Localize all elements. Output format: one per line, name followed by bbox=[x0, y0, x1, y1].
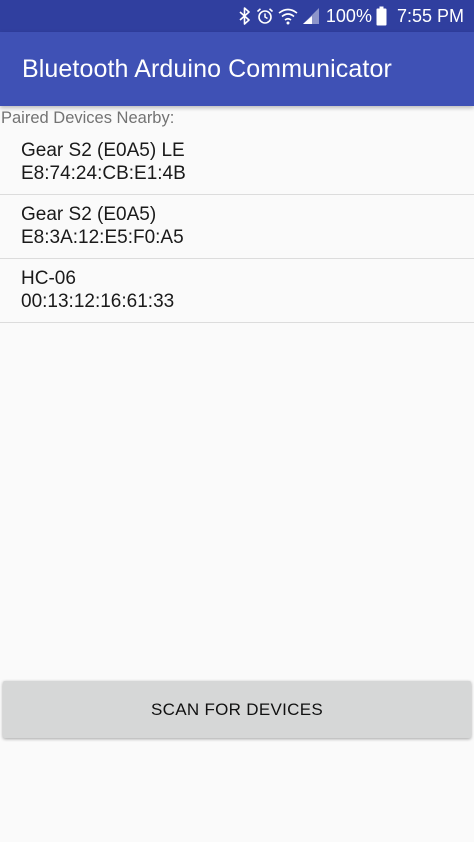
alarm-icon bbox=[256, 6, 274, 26]
device-name: Gear S2 (E0A5) LE bbox=[21, 140, 185, 161]
wifi-icon bbox=[278, 6, 298, 26]
device-address: 00:13:12:16:61:33 bbox=[21, 291, 175, 312]
app-bar: Bluetooth Arduino Communicator bbox=[0, 32, 474, 106]
device-name: HC-06 bbox=[21, 268, 76, 289]
device-address: E8:3A:12:E5:F0:A5 bbox=[21, 227, 184, 248]
battery-percent: 100% bbox=[325, 6, 372, 26]
scan-for-devices-button[interactable]: SCAN FOR DEVICES bbox=[3, 681, 471, 738]
device-item[interactable]: HC-06 00:13:12:16:61:33 bbox=[0, 259, 474, 323]
device-address: E8:74:24:CB:E1:4B bbox=[21, 163, 186, 184]
signal-icon bbox=[302, 6, 320, 26]
paired-devices-label: Paired Devices Nearby: bbox=[1, 109, 175, 127]
app-title: Bluetooth Arduino Communicator bbox=[22, 54, 392, 83]
device-list: Gear S2 (E0A5) LE E8:74:24:CB:E1:4B Gear… bbox=[0, 131, 474, 323]
battery-icon bbox=[376, 6, 387, 26]
device-item[interactable]: Gear S2 (E0A5) LE E8:74:24:CB:E1:4B bbox=[0, 131, 474, 195]
device-item[interactable]: Gear S2 (E0A5) E8:3A:12:E5:F0:A5 bbox=[0, 195, 474, 259]
bluetooth-icon bbox=[238, 6, 252, 26]
device-name: Gear S2 (E0A5) bbox=[21, 204, 157, 225]
status-time: 7:55 PM bbox=[396, 6, 464, 26]
status-bar: 100% 7:55 PM bbox=[0, 0, 474, 32]
